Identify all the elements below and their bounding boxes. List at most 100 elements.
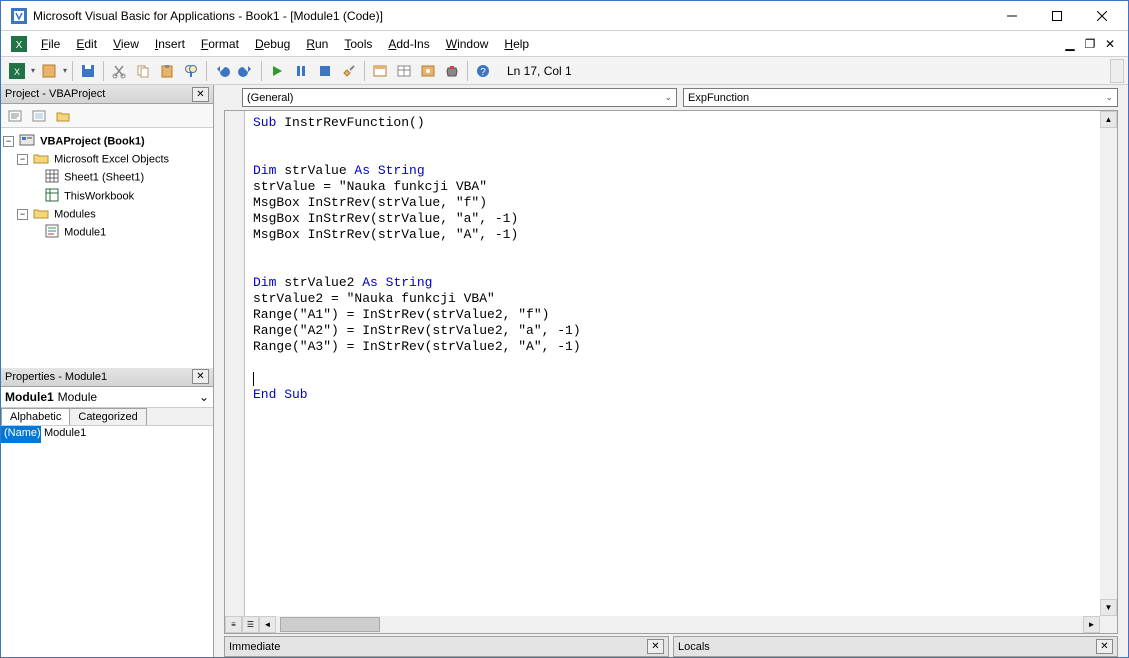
tree-folder-modules[interactable]: − Modules [3,206,211,223]
tree-item-module1[interactable]: Module1 [3,223,211,242]
tree-item-module1-label: Module1 [64,227,106,239]
menu-format[interactable]: Format [193,35,247,53]
standard-toolbar: X▾ ▾ ? Ln 17, Col 1 [1,57,1128,85]
object-browser-button[interactable] [417,60,439,82]
code-editor[interactable]: Sub InstrRevFunction() Dim strValue As S… [224,110,1118,634]
design-mode-button[interactable] [338,60,360,82]
project-pane-title: Project - VBAProject [5,88,105,100]
chevron-down-icon: ⌄ [1105,92,1113,103]
immediate-pane-title: Immediate [229,641,280,653]
undo-button[interactable] [211,60,233,82]
excel-doc-icon: X [11,36,27,52]
procedure-combo[interactable]: ExpFunction ⌄ [683,88,1118,107]
project-pane-close-button[interactable]: ✕ [192,87,209,102]
maximize-button[interactable] [1034,2,1079,30]
scrollbar-thumb[interactable] [280,617,380,632]
svg-text:X: X [16,40,23,51]
menu-window[interactable]: Window [438,35,497,53]
tree-root-label: VBAProject (Book1) [40,136,145,148]
menu-edit[interactable]: Edit [68,35,105,53]
tree-item-thisworkbook-label: ThisWorkbook [64,191,134,203]
help-button[interactable]: ? [472,60,494,82]
title-bar: Microsoft Visual Basic for Applications … [1,1,1128,31]
scroll-down-button[interactable]: ▼ [1100,599,1117,616]
chevron-down-icon: ⌄ [664,92,672,103]
save-button[interactable] [77,60,99,82]
properties-pane-close-button[interactable]: ✕ [192,369,209,384]
mdi-restore-button[interactable]: ❐ [1082,37,1098,51]
view-object-button[interactable] [28,105,50,127]
tab-alphabetic[interactable]: Alphabetic [1,408,70,425]
property-name-value[interactable]: Module1 [41,426,213,443]
run-button[interactable] [266,60,288,82]
toggle-folders-button[interactable] [52,105,74,127]
redo-button[interactable] [235,60,257,82]
immediate-pane-close-button[interactable]: ✕ [647,639,664,654]
properties-grid[interactable]: (Name) Module1 [1,426,213,658]
paste-button[interactable] [156,60,178,82]
mdi-close-button[interactable]: ✕ [1102,37,1118,51]
scroll-left-button[interactable]: ◄ [259,616,276,633]
reset-button[interactable] [314,60,336,82]
workbook-icon [45,188,59,205]
toolbar-overflow[interactable] [1110,59,1124,83]
object-combo[interactable]: (General) ⌄ [242,88,677,107]
worksheet-icon [45,169,59,186]
project-explorer-button[interactable] [369,60,391,82]
horizontal-scrollbar[interactable]: ≡ ☰ ◄ ► [225,616,1100,633]
menu-file[interactable]: File [33,35,68,53]
collapse-icon[interactable]: − [17,209,28,220]
full-module-view-button[interactable]: ☰ [242,616,259,633]
menu-view[interactable]: View [105,35,147,53]
vba-app-icon [11,8,27,24]
view-excel-button[interactable]: X [6,60,28,82]
project-pane-header: Project - VBAProject ✕ [1,85,213,104]
locals-pane-close-button[interactable]: ✕ [1096,639,1113,654]
mdi-minimize-button[interactable]: ▁ [1062,37,1078,51]
folder-icon [33,207,49,222]
procedure-combo-value: ExpFunction [688,92,749,104]
insert-module-button[interactable] [38,60,60,82]
close-button[interactable] [1079,2,1124,30]
procedure-view-button[interactable]: ≡ [225,616,242,633]
tree-item-sheet1[interactable]: Sheet1 (Sheet1) [3,168,211,187]
collapse-icon[interactable]: − [3,136,14,147]
scroll-right-button[interactable]: ► [1083,616,1100,633]
properties-object-selector[interactable]: Module1 Module ⌄ [1,387,213,408]
tree-root[interactable]: − VBAProject (Book1) [3,132,211,151]
menu-tools[interactable]: Tools [336,35,380,53]
tree-item-thisworkbook[interactable]: ThisWorkbook [3,187,211,206]
tree-folder-objects-label: Microsoft Excel Objects [54,154,169,166]
cut-button[interactable] [108,60,130,82]
menu-insert[interactable]: Insert [147,35,193,53]
menu-bar: X FileEditViewInsertFormatDebugRunToolsA… [1,31,1128,57]
copy-button[interactable] [132,60,154,82]
immediate-pane-header[interactable]: Immediate ✕ [224,636,669,657]
properties-object-type: Module [58,390,97,404]
properties-pane-header: Properties - Module1 ✕ [1,368,213,387]
menu-addins[interactable]: Add-Ins [380,35,437,53]
view-code-button[interactable] [4,105,26,127]
properties-pane-title: Properties - Module1 [5,371,107,383]
find-button[interactable] [180,60,202,82]
toolbox-button[interactable] [441,60,463,82]
project-tree[interactable]: − VBAProject (Book1) − Microsoft Excel O… [1,128,213,368]
minimize-button[interactable] [989,2,1034,30]
tab-categorized[interactable]: Categorized [69,408,146,425]
collapse-icon[interactable]: − [17,154,28,165]
tree-item-sheet1-label: Sheet1 (Sheet1) [64,172,144,184]
scroll-up-button[interactable]: ▲ [1100,111,1117,128]
menu-debug[interactable]: Debug [247,35,298,53]
chevron-down-icon: ⌄ [199,390,209,404]
menu-run[interactable]: Run [298,35,336,53]
svg-text:?: ? [480,67,486,78]
properties-window-button[interactable] [393,60,415,82]
code-text[interactable]: Sub InstrRevFunction() Dim strValue As S… [245,111,1100,633]
code-gutter [225,111,245,633]
tree-folder-objects[interactable]: − Microsoft Excel Objects [3,151,211,168]
vertical-scrollbar[interactable]: ▲ ▼ [1100,111,1117,633]
locals-pane-header[interactable]: Locals ✕ [673,636,1118,657]
cursor-position: Ln 17, Col 1 [499,64,580,78]
break-button[interactable] [290,60,312,82]
menu-help[interactable]: Help [496,35,537,53]
